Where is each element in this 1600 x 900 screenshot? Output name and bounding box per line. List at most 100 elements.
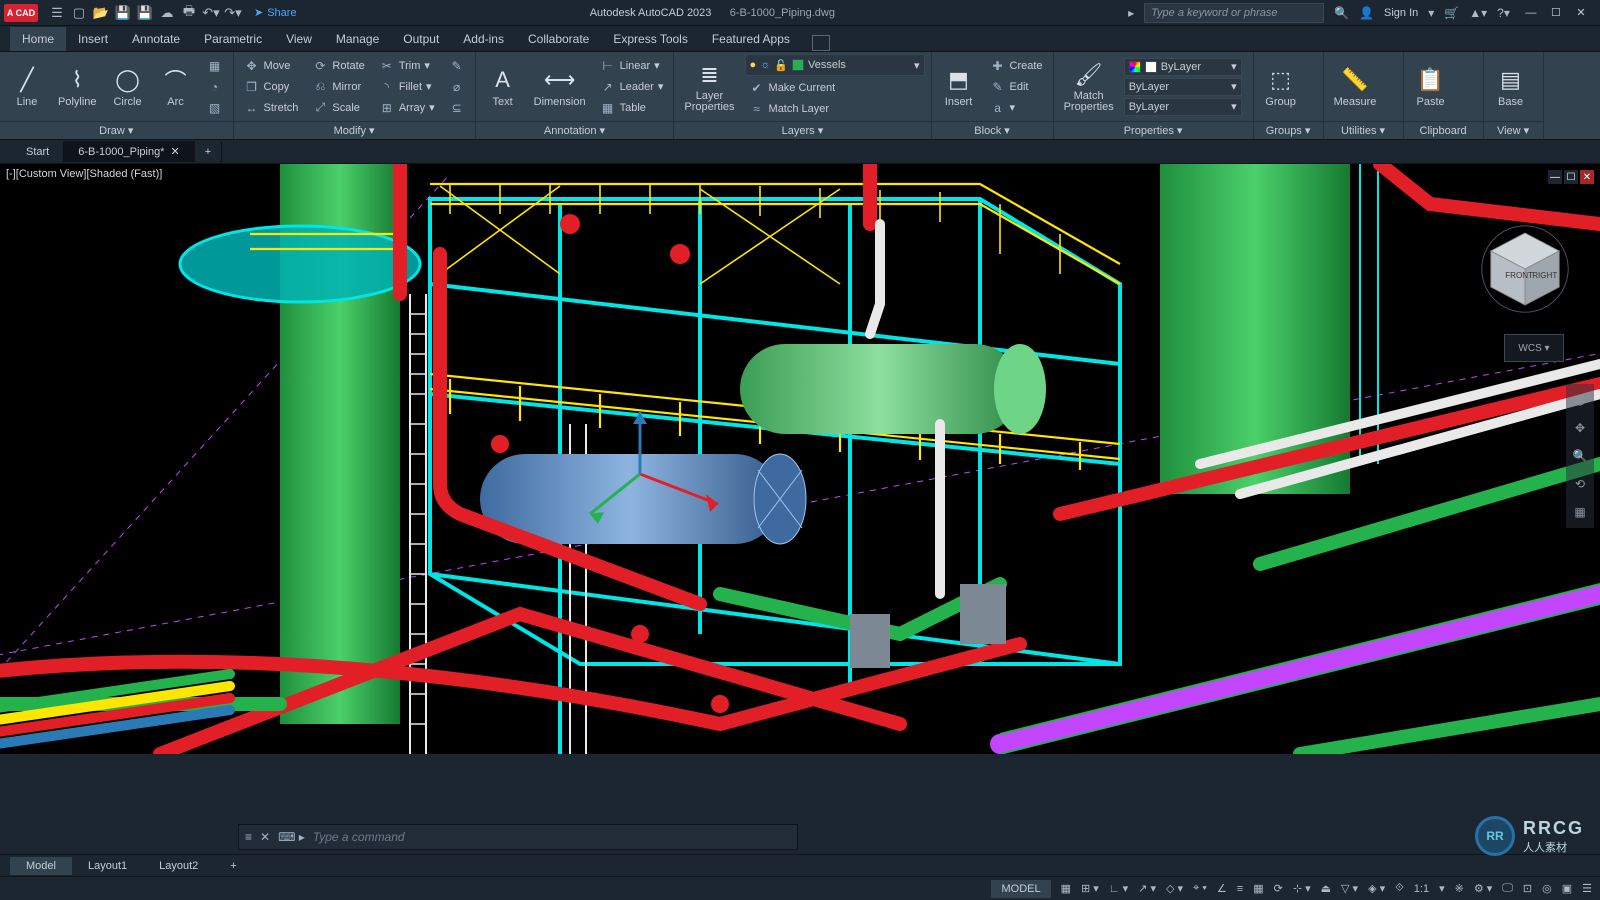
polyline-button[interactable]: ⌇Polyline <box>54 64 101 110</box>
save-icon[interactable]: 💾 <box>114 4 132 22</box>
new-icon[interactable]: ▢ <box>70 4 88 22</box>
circle-button[interactable]: ◯Circle <box>107 64 149 110</box>
steering-wheel-icon[interactable]: ◎ <box>1570 390 1590 410</box>
panel-annotation-title[interactable]: Annotation ▾ <box>476 121 674 139</box>
match-layer-button[interactable]: ≈Match Layer <box>745 99 840 119</box>
dynucs-icon[interactable]: ⏏ <box>1321 882 1331 895</box>
isodraft-icon[interactable]: ◇ ▾ <box>1166 882 1183 895</box>
hardware-icon[interactable]: ⊡ <box>1523 882 1532 895</box>
erase-icon-button[interactable]: ✎ <box>445 56 469 76</box>
copy-button[interactable]: ❐Copy <box>240 77 303 97</box>
minimize-icon[interactable]: — <box>1520 7 1542 19</box>
line-button[interactable]: ╱Line <box>6 64 48 110</box>
linetype-dropdown[interactable]: ByLayer▾ <box>1124 98 1242 116</box>
vp-max-icon[interactable]: ☐ <box>1564 170 1578 184</box>
snap-icon[interactable]: ⊞ ▾ <box>1081 882 1099 895</box>
view-cube[interactable]: FRONT RIGHT <box>1480 224 1570 314</box>
undo-icon[interactable]: ↶▾ <box>202 4 220 22</box>
panel-layers-title[interactable]: Layers ▾ <box>674 121 930 139</box>
base-button[interactable]: ▤Base <box>1490 64 1532 110</box>
layout-tab[interactable]: Model <box>10 857 72 875</box>
dimension-button[interactable]: ⟷Dimension <box>530 64 590 110</box>
menu-tab-view[interactable]: View <box>274 27 324 51</box>
layer-dropdown[interactable]: ● ☼ 🔓 Vessels ▾ <box>745 54 925 76</box>
menu-tab-output[interactable]: Output <box>391 27 451 51</box>
annoscale-icon[interactable]: ⟐ <box>1395 882 1404 895</box>
match-properties-button[interactable]: 🖌Match Properties <box>1060 59 1118 115</box>
cart-icon[interactable]: 🛒 <box>1444 6 1459 20</box>
pan-icon[interactable]: ✥ <box>1570 418 1590 438</box>
redo-icon[interactable]: ↷▾ <box>224 4 242 22</box>
orbit-icon[interactable]: ⟲ <box>1570 474 1590 494</box>
leader-button[interactable]: ↗Leader▾ <box>596 77 668 97</box>
otrack-icon[interactable]: ∠ <box>1217 882 1227 895</box>
color-dropdown[interactable]: ByLayer▾ <box>1124 58 1242 76</box>
offset-icon-button[interactable]: ⊆ <box>445 98 469 118</box>
panel-properties-title[interactable]: Properties ▾ <box>1054 121 1253 139</box>
cleanscreen-icon[interactable]: ▣ <box>1562 882 1572 895</box>
fillet-button[interactable]: ◝Fillet▾ <box>375 77 439 97</box>
osnap-icon[interactable]: ⌖ ▾ <box>1193 882 1207 895</box>
menu-tab-collaborate[interactable]: Collaborate <box>516 27 601 51</box>
explode-icon-button[interactable]: ⌀ <box>445 77 469 97</box>
saveas-icon[interactable]: 💾 <box>136 4 154 22</box>
cmd-history-icon[interactable]: ≡ <box>245 830 252 844</box>
user-icon[interactable]: 👤 <box>1359 6 1374 20</box>
showmotion-icon[interactable]: ▦ <box>1570 502 1590 522</box>
vp-min-icon[interactable]: — <box>1548 170 1562 184</box>
lineweight-icon[interactable]: ≡ <box>1237 883 1243 895</box>
make-current-button[interactable]: ✔Make Current <box>745 78 840 98</box>
custom-icon[interactable]: ☰ <box>1582 882 1592 895</box>
grid-icon[interactable]: ▦ <box>1061 882 1071 895</box>
menu-tab-manage[interactable]: Manage <box>324 27 391 51</box>
arc-button[interactable]: ⌒Arc <box>155 64 197 110</box>
autodesk-icon[interactable]: ▲▾ <box>1469 6 1487 20</box>
ellipse-icon-button[interactable]: ◔ <box>203 77 227 97</box>
paste-button[interactable]: 📋Paste <box>1410 64 1452 110</box>
menu-tab-home[interactable]: Home <box>10 27 66 51</box>
layout-tab[interactable]: Layout2 <box>143 857 214 875</box>
3dosnap-icon[interactable]: ⊹ ▾ <box>1293 882 1311 895</box>
command-line[interactable]: ≡ ✕ ⌨ ▸ Type a command <box>238 824 798 850</box>
region-icon-button[interactable]: ▧ <box>203 98 227 118</box>
workspace-icon[interactable]: ⚙ ▾ <box>1474 882 1492 895</box>
doc-tab[interactable]: Start <box>12 142 64 162</box>
menu-icon[interactable]: ☰ <box>48 4 66 22</box>
vp-close-icon[interactable]: ✕ <box>1580 170 1594 184</box>
group-button[interactable]: ⬚Group <box>1260 64 1302 110</box>
new-tab-button[interactable]: + <box>195 142 222 162</box>
annovis-icon[interactable]: ※ <box>1455 882 1464 895</box>
menu-tab-parametric[interactable]: Parametric <box>192 27 274 51</box>
menu-tab-express-tools[interactable]: Express Tools <box>601 27 699 51</box>
rotate-button[interactable]: ⟳Rotate <box>308 56 368 76</box>
maximize-icon[interactable]: ☐ <box>1545 6 1567 19</box>
app-store-icon[interactable] <box>812 35 830 51</box>
doc-tab[interactable]: 6-B-1000_Piping*✕ <box>64 141 194 162</box>
stretch-button[interactable]: ↔Stretch <box>240 98 303 118</box>
panel-block-title[interactable]: Block ▾ <box>932 121 1053 139</box>
polar-icon[interactable]: ↗ ▾ <box>1138 882 1156 895</box>
zoom-icon[interactable]: 🔍 <box>1570 446 1590 466</box>
menu-tab-annotate[interactable]: Annotate <box>120 27 192 51</box>
isolate-icon[interactable]: ◎ <box>1542 882 1552 895</box>
panel-view-title[interactable]: View ▾ <box>1484 121 1543 139</box>
transparency-icon[interactable]: ▦ <box>1253 882 1263 895</box>
insert-button[interactable]: ⬒Insert <box>938 64 980 110</box>
open-icon[interactable]: 📂 <box>92 4 110 22</box>
wcs-dropdown[interactable]: WCS ▾ <box>1504 334 1564 362</box>
menu-tab-featured-apps[interactable]: Featured Apps <box>700 27 802 51</box>
close-icon[interactable]: ✕ <box>1570 6 1592 19</box>
scale-button[interactable]: 1:1 <box>1414 883 1429 895</box>
menu-tab-insert[interactable]: Insert <box>66 27 120 51</box>
panel-modify-title[interactable]: Modify ▾ <box>234 121 475 139</box>
scale-button[interactable]: ⤢Scale <box>308 98 368 118</box>
chevron-down-icon[interactable]: ▾ <box>1428 6 1434 20</box>
table-button[interactable]: ▦Table <box>596 98 668 118</box>
menu-tab-add-ins[interactable]: Add-ins <box>451 27 516 51</box>
filter-icon[interactable]: ▽ ▾ <box>1341 882 1358 895</box>
linear-button[interactable]: ⊢Linear▾ <box>596 56 668 76</box>
editattr-button[interactable]: a▾ <box>986 98 1047 118</box>
cycling-icon[interactable]: ⟳ <box>1274 882 1283 895</box>
viewport[interactable]: [-][Custom View][Shaded (Fast)] — ☐ ✕ FR… <box>0 164 1600 754</box>
ortho-icon[interactable]: ∟ ▾ <box>1109 882 1128 895</box>
